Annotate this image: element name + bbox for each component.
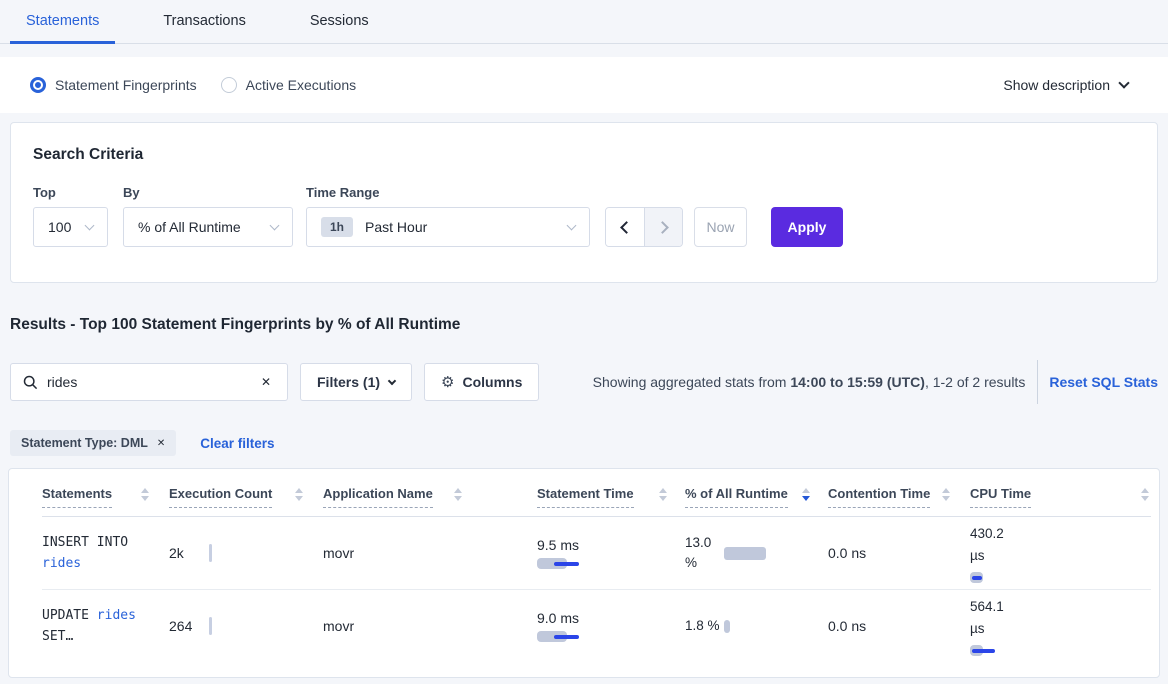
statement-link[interactable]: rides [42, 556, 81, 571]
sort-icon[interactable] [454, 488, 462, 501]
sort-icon[interactable] [659, 488, 667, 501]
execution-count-cell: 2k [169, 544, 323, 562]
execution-count-bar [209, 617, 212, 635]
contention-time: 0.0 ns [828, 545, 866, 561]
sort-icon[interactable] [295, 488, 303, 501]
by-select[interactable]: % of All Runtime [123, 207, 293, 247]
sort-icon[interactable] [942, 488, 950, 501]
chevron-right-icon [656, 221, 669, 234]
statement-fingerprint: INSERT INTO rides [42, 532, 168, 574]
contention-time: 0.0 ns [828, 618, 866, 634]
statement-time-cell: 9.0 ms [537, 610, 685, 642]
application-name: movr [323, 618, 354, 634]
results-heading: Results - Top 100 Statement Fingerprints… [10, 316, 1158, 334]
radio-icon [221, 77, 237, 93]
column-header-runtime-pct[interactable]: % of All Runtime [685, 469, 828, 517]
apply-button[interactable]: Apply [771, 207, 843, 247]
cpu-time-cell: 564.1 µs [970, 596, 1151, 656]
application-name: movr [323, 545, 354, 561]
chevron-left-icon [620, 221, 633, 234]
radio-active-executions[interactable]: Active Executions [221, 77, 357, 93]
top-select[interactable]: 100 [33, 207, 108, 247]
columns-button[interactable]: ⚙ Columns [424, 363, 539, 401]
table-header-row: Statements Execution Count Application N… [42, 469, 1151, 517]
radio-statement-fingerprints[interactable]: Statement Fingerprints [30, 77, 197, 93]
statements-page: Statements Transactions Sessions Stateme… [0, 0, 1168, 684]
search-box[interactable]: ✕ [10, 363, 288, 401]
remove-filter-icon[interactable]: ✕ [157, 438, 165, 449]
statement-time-cell: 9.5 ms [537, 537, 685, 569]
tab-transactions[interactable]: Transactions [147, 0, 261, 44]
chevron-down-icon [1118, 77, 1129, 88]
tab-statements[interactable]: Statements [10, 0, 115, 44]
radio-icon [30, 77, 46, 93]
time-range-badge: 1h [321, 217, 353, 237]
execution-count-bar [209, 544, 212, 562]
column-header-cpu-time[interactable]: CPU Time [970, 469, 1151, 517]
statement-time-bar [537, 558, 685, 569]
divider [1037, 360, 1038, 404]
statement-fingerprint: UPDATE rides SET… [42, 605, 168, 647]
runtime-pct-cell: 13.0 % [685, 533, 828, 573]
cpu-time-cell: 430.2 µs [970, 523, 1151, 583]
sort-icon[interactable] [1141, 488, 1149, 501]
filters-button[interactable]: Filters (1) [300, 363, 412, 401]
view-toggle-bar: Statement Fingerprints Active Executions… [0, 57, 1168, 113]
reset-sql-stats-link[interactable]: Reset SQL Stats [1049, 374, 1158, 390]
tab-sessions[interactable]: Sessions [294, 0, 385, 44]
execution-count-cell: 264 [169, 617, 323, 635]
show-description-toggle[interactable]: Show description [1003, 77, 1128, 93]
time-range-field: Time Range 1h Past Hour [306, 185, 605, 247]
table-row: INSERT INTO rides 2k movr 9.5 ms [42, 517, 1151, 590]
results-controls: ✕ Filters (1) ⚙ Columns Showing aggregat… [10, 360, 1158, 404]
aggregation-summary: Showing aggregated stats from 14:00 to 1… [593, 374, 1026, 390]
column-header-statements[interactable]: Statements [42, 469, 169, 517]
cpu-time-bar [970, 572, 1151, 583]
previous-time-button[interactable] [606, 208, 644, 246]
chevron-down-icon [567, 220, 577, 230]
table-row: UPDATE rides SET… 264 movr 9.0 ms [42, 590, 1151, 663]
tab-bar: Statements Transactions Sessions [0, 0, 1168, 44]
time-pager [605, 207, 683, 247]
column-header-statement-time[interactable]: Statement Time [537, 469, 685, 517]
gear-icon: ⚙ [441, 373, 454, 391]
chevron-down-icon [270, 220, 280, 230]
now-button[interactable]: Now [694, 207, 747, 247]
runtime-pct-bar [724, 620, 730, 633]
cpu-time-bar [970, 645, 1151, 656]
statements-table-card: Statements Execution Count Application N… [8, 468, 1160, 678]
chevron-down-icon [85, 220, 95, 230]
search-criteria-card: Search Criteria Top 100 By % of All Runt… [10, 122, 1158, 283]
clear-search-icon[interactable]: ✕ [257, 373, 275, 391]
by-field: By % of All Runtime [123, 185, 306, 247]
chevron-down-icon [388, 376, 396, 384]
clear-filters-link[interactable]: Clear filters [200, 436, 274, 451]
sort-icon[interactable] [802, 488, 810, 501]
search-criteria-title: Search Criteria [33, 146, 1135, 164]
statement-time-bar [537, 631, 685, 642]
search-icon [23, 375, 38, 390]
runtime-pct-cell: 1.8 % [685, 616, 828, 636]
search-input[interactable] [47, 374, 257, 390]
time-range-select[interactable]: 1h Past Hour [306, 207, 590, 247]
column-header-execution-count[interactable]: Execution Count [169, 469, 323, 517]
statement-link[interactable]: rides [97, 608, 136, 623]
top-field: Top 100 [33, 185, 123, 247]
next-time-button[interactable] [644, 208, 682, 246]
active-filters-row: Statement Type: DML ✕ Clear filters [10, 430, 1158, 456]
column-header-contention-time[interactable]: Contention Time [828, 469, 970, 517]
runtime-pct-bar [724, 547, 766, 560]
statements-table: Statements Execution Count Application N… [42, 469, 1151, 663]
column-header-application-name[interactable]: Application Name [323, 469, 537, 517]
sort-icon[interactable] [141, 488, 149, 501]
filter-chip-statement-type[interactable]: Statement Type: DML ✕ [10, 430, 176, 456]
